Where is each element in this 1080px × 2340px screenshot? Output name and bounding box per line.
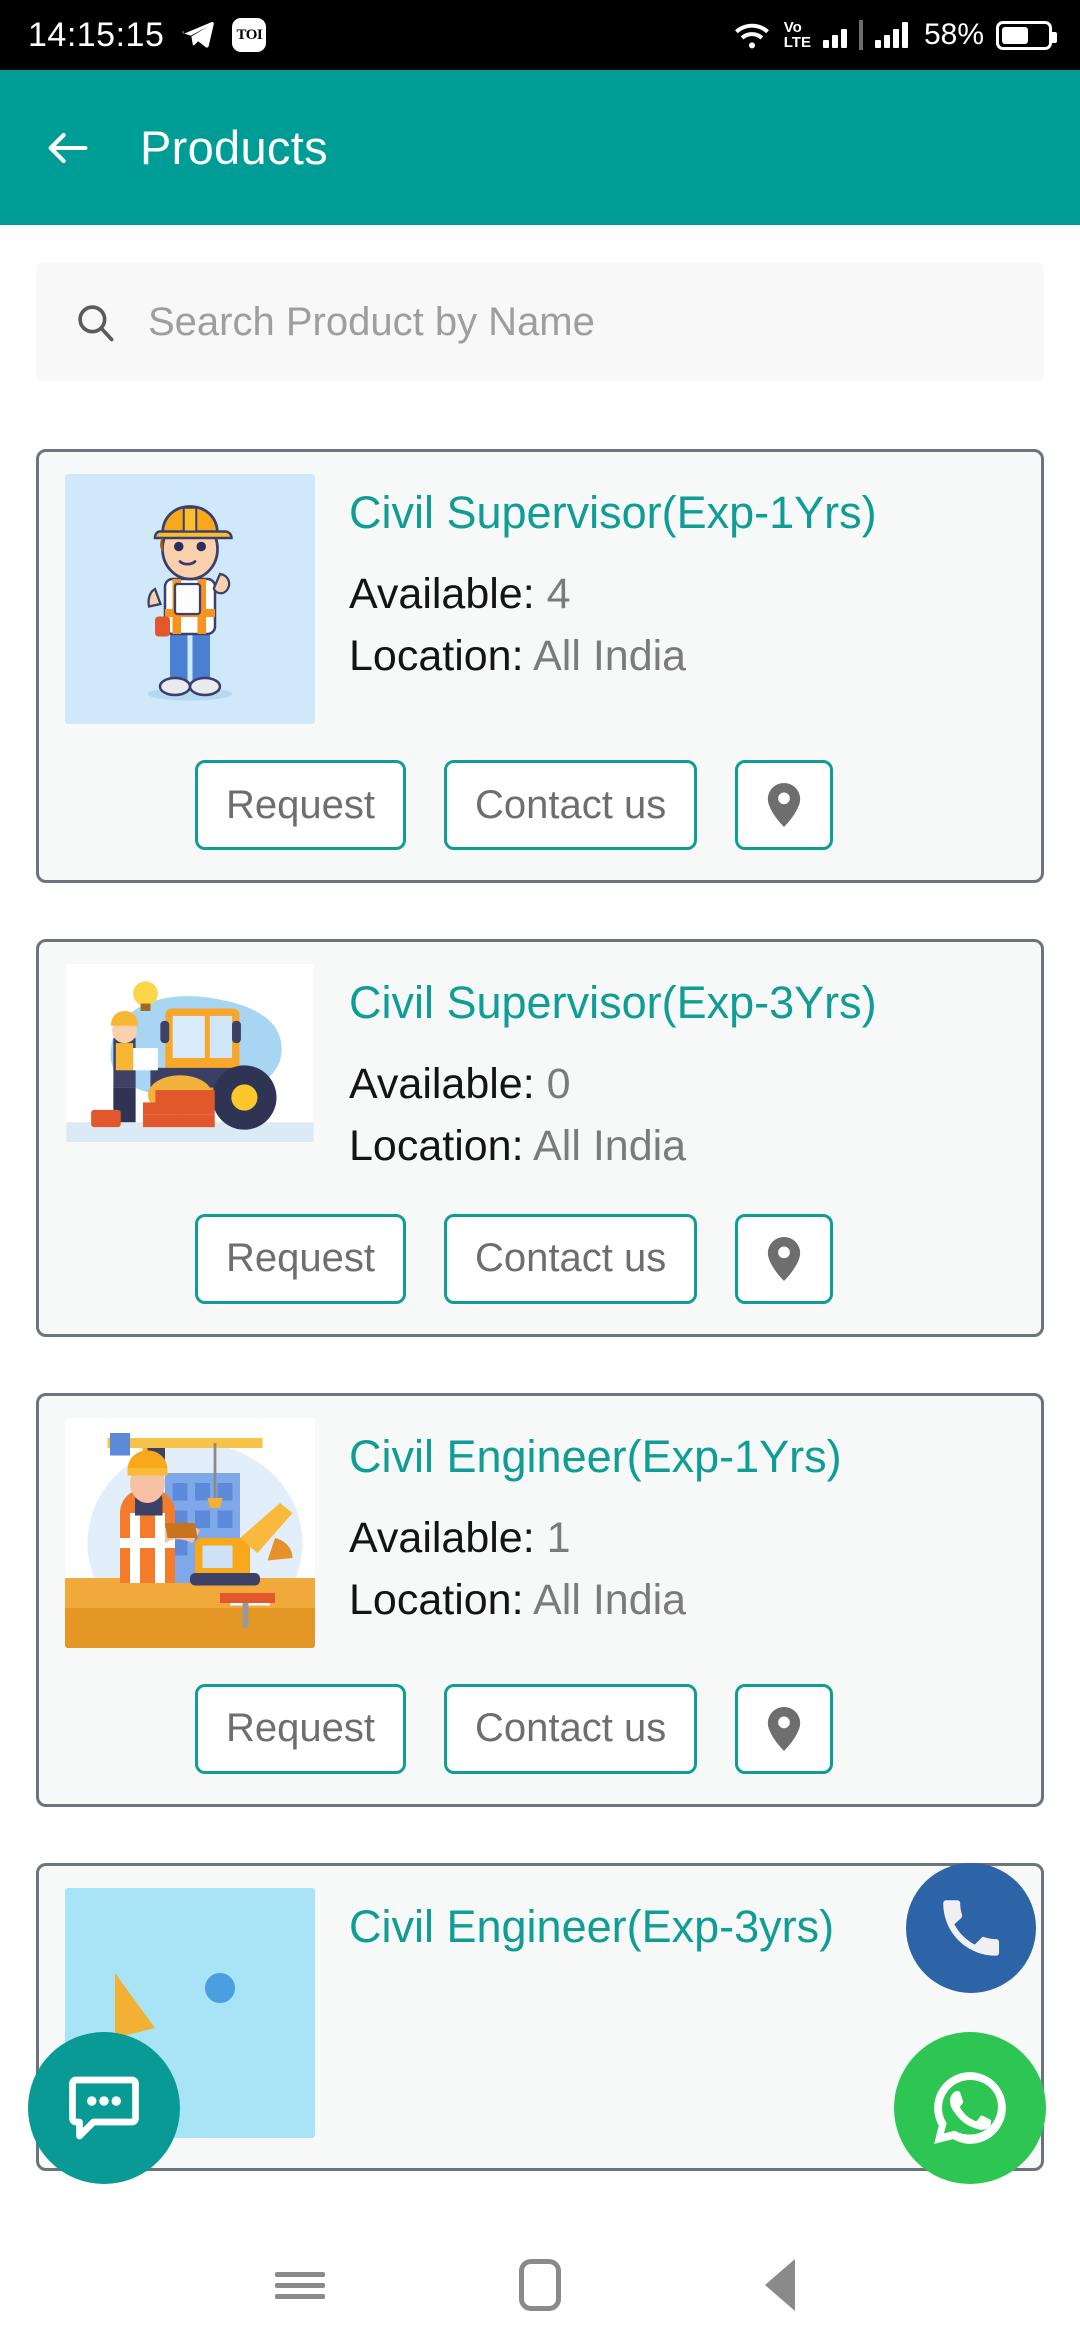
- location-button[interactable]: [735, 1683, 834, 1774]
- signal-bars-sim2: [874, 22, 908, 48]
- back-button[interactable]: [745, 2250, 815, 2320]
- product-location: Location: All India: [349, 625, 1015, 687]
- available-label: Available:: [349, 1060, 535, 1109]
- sim-divider: [858, 20, 863, 50]
- search-section: Search Product by Name: [0, 225, 1080, 381]
- search-input[interactable]: Search Product by Name: [36, 263, 1044, 381]
- toi-icon: TOI: [232, 18, 267, 52]
- call-fab[interactable]: [906, 1863, 1036, 1993]
- status-bar: 14:15:15 TOI Vo LTE 58%: [0, 0, 1080, 70]
- contact-us-button[interactable]: Contact us: [443, 1683, 698, 1774]
- location-label: Location:: [349, 1122, 524, 1171]
- app-bar: Products: [0, 70, 1080, 225]
- android-nav-bar: [0, 2230, 1080, 2340]
- product-card[interactable]: Civil Supervisor(Exp-3Yrs) Available: 0 …: [36, 939, 1044, 1337]
- engineer-crane-excavator-icon: [65, 1417, 315, 1648]
- product-available: Available: 1: [349, 1507, 1015, 1569]
- location-button[interactable]: [735, 760, 834, 850]
- available-value: 0: [546, 1060, 571, 1109]
- product-actions: Request Contact us: [65, 1683, 1015, 1774]
- available-value: 4: [546, 570, 571, 619]
- product-card-top: Civil Supervisor(Exp-1Yrs) Available: 4 …: [65, 474, 1015, 724]
- map-pin-icon: [768, 783, 801, 827]
- map-pin-icon: [768, 1236, 801, 1281]
- contact-us-button[interactable]: Contact us: [443, 760, 698, 850]
- battery-icon: [996, 20, 1057, 50]
- volte-indicator: Vo LTE: [783, 19, 811, 51]
- product-title: Civil Supervisor(Exp-3Yrs): [349, 977, 877, 1028]
- location-value: All India: [533, 1576, 687, 1625]
- status-bar-right: Vo LTE 58%: [732, 18, 1057, 52]
- available-label: Available:: [349, 1513, 535, 1562]
- map-pin-icon: [768, 1706, 801, 1751]
- request-button[interactable]: Request: [195, 1683, 406, 1774]
- status-bar-clock: 14:15:15: [28, 15, 165, 54]
- product-actions: Request Contact us: [65, 760, 1015, 850]
- search-placeholder: Search Product by Name: [148, 299, 595, 344]
- product-card-top: Civil Supervisor(Exp-3Yrs) Available: 0 …: [65, 964, 1015, 1178]
- location-value: All India: [533, 1122, 687, 1171]
- contact-us-button[interactable]: Contact us: [443, 1213, 698, 1304]
- product-location: Location: All India: [349, 1569, 1015, 1631]
- recents-button[interactable]: [265, 2250, 335, 2320]
- search-icon: [78, 305, 114, 342]
- product-actions: Request Contact us: [65, 1213, 1015, 1304]
- back-arrow-icon[interactable]: [42, 122, 94, 174]
- location-label: Location:: [349, 1576, 524, 1625]
- product-location: Location: All India: [349, 1115, 1015, 1177]
- signal-bars-sim1: [822, 22, 847, 48]
- home-button[interactable]: [505, 2250, 575, 2320]
- battery-percent: 58%: [923, 18, 984, 51]
- product-title: Civil Engineer(Exp-1Yrs): [349, 1430, 842, 1482]
- status-bar-left: 14:15:15 TOI: [28, 15, 267, 55]
- product-title: Civil Supervisor(Exp-1Yrs): [349, 487, 877, 538]
- call-icon: [943, 1900, 1000, 1956]
- available-value: 1: [546, 1513, 571, 1562]
- request-button[interactable]: Request: [195, 1213, 406, 1304]
- product-thumbnail: [65, 474, 315, 724]
- page-title: Products: [140, 121, 328, 174]
- telegram-icon: [182, 21, 215, 48]
- product-info: Civil Engineer(Exp-1Yrs) Available: 1 Lo…: [349, 1418, 1015, 1648]
- product-card[interactable]: Civil Engineer(Exp-1Yrs) Available: 1 Lo…: [36, 1392, 1044, 1807]
- product-info: Civil Supervisor(Exp-3Yrs) Available: 0 …: [349, 964, 1015, 1178]
- product-available: Available: 4: [349, 563, 1015, 625]
- product-card[interactable]: Civil Engineer(Exp-3yrs): [36, 1862, 1044, 2171]
- wifi-icon: [734, 23, 769, 49]
- whatsapp-icon: [934, 2072, 1006, 2144]
- chat-fab[interactable]: [28, 2032, 180, 2184]
- location-value: All India: [533, 632, 687, 681]
- product-thumbnail: [65, 1417, 315, 1648]
- product-info: Civil Supervisor(Exp-1Yrs) Available: 4 …: [349, 474, 1015, 724]
- road-roller-worker-icon: [66, 964, 314, 1142]
- whatsapp-fab[interactable]: [894, 2032, 1046, 2184]
- location-label: Location:: [349, 632, 524, 681]
- product-available: Available: 0: [349, 1053, 1015, 1115]
- product-thumbnail: [65, 964, 315, 1142]
- chat-icon: [69, 2076, 139, 2140]
- request-button[interactable]: Request: [195, 760, 406, 850]
- product-card-top: Civil Engineer(Exp-3yrs): [65, 1887, 1015, 2138]
- product-card-top: Civil Engineer(Exp-1Yrs) Available: 1 Lo…: [65, 1417, 1015, 1648]
- location-button[interactable]: [735, 1213, 834, 1304]
- product-card[interactable]: Civil Supervisor(Exp-1Yrs) Available: 4 …: [36, 449, 1044, 883]
- available-label: Available:: [349, 570, 535, 619]
- construction-supervisor-thumbs-up-icon: [65, 474, 315, 724]
